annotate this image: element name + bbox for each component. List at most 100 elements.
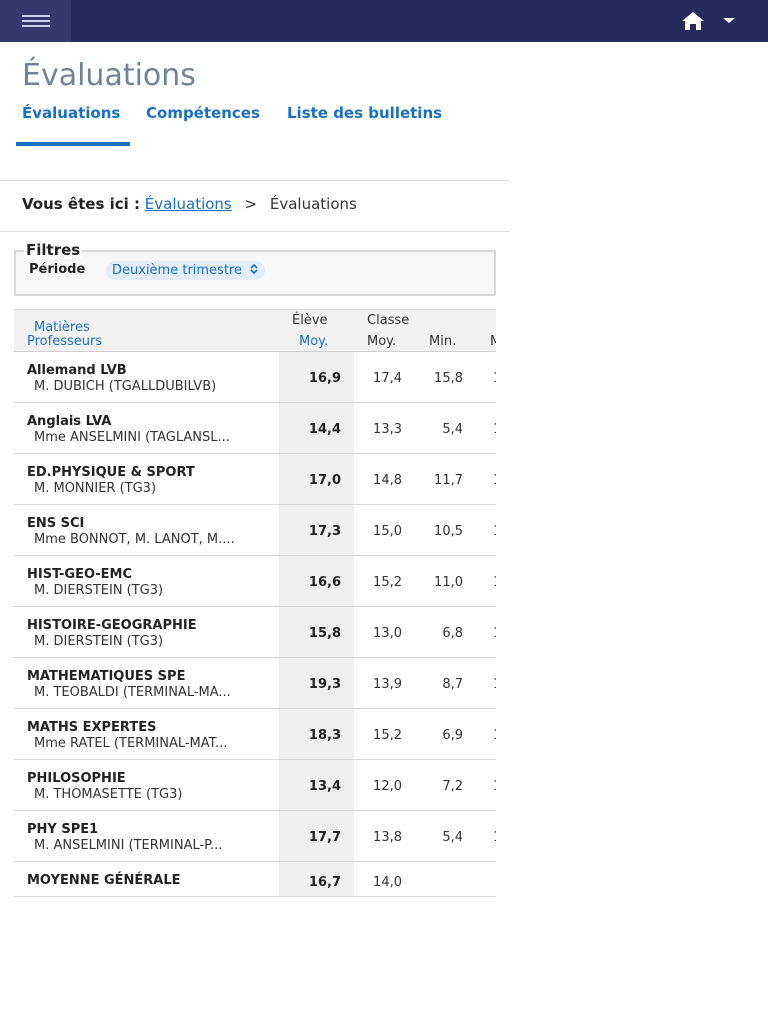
- teacher-name: M. THOMASETTE (TG3): [34, 787, 183, 802]
- breadcrumb-prefix: Vous êtes ici :: [22, 195, 140, 213]
- period-select-value: Deuxième trimestre: [112, 263, 242, 278]
- total-row: MOYENNE GÉNÉRALE 16,7 14,0: [14, 865, 496, 897]
- student-average: 13,4: [308, 779, 341, 794]
- header-eleve-moy[interactable]: Moy.: [299, 334, 328, 349]
- subject-name: ENS SCI: [27, 516, 85, 531]
- period-select[interactable]: Deuxième trimestre: [106, 261, 266, 280]
- header-eleve: Élève: [292, 313, 328, 328]
- header-classe-moy: Moy.: [367, 334, 397, 349]
- tab-liste-bulletins[interactable]: Liste des bulletins: [287, 104, 442, 122]
- table-row[interactable]: MATHEMATIQUES SPE M. TEOBALDI (TERMINAL-M…: [14, 658, 496, 709]
- page-title: Évaluations: [22, 58, 196, 93]
- student-average: 19,3: [308, 677, 341, 692]
- subject-name: HIST-GEO-EMC: [27, 567, 133, 582]
- class-max: 1: [493, 677, 496, 692]
- subject-name: Allemand LVB: [27, 363, 127, 378]
- subject-name: HISTOIRE-GEOGRAPHIE: [27, 618, 197, 633]
- class-max: 1: [493, 830, 496, 845]
- subject-name: Anglais LVA: [27, 414, 112, 429]
- table-row[interactable]: PHILOSOPHIE M. THOMASETTE (TG3) 13,4 12,0 7,…: [14, 760, 496, 811]
- teacher-name: M. TEOBALDI (TERMINAL-MA...: [34, 685, 231, 700]
- breadcrumb-current: Évaluations: [269, 195, 357, 213]
- class-min: 15,8: [434, 371, 463, 386]
- subject-name: PHILOSOPHIE: [27, 771, 126, 786]
- divider: [0, 180, 510, 181]
- table-row[interactable]: ENS SCI Mme BONNOT, M. LANOT, M.... 17,3 15…: [14, 505, 496, 556]
- top-bar: [0, 0, 768, 42]
- active-tab-indicator: [16, 142, 130, 146]
- class-average: 13,3: [373, 422, 402, 437]
- class-min: 7,2: [442, 779, 463, 794]
- class-min: 10,5: [434, 524, 463, 539]
- class-average: 15,0: [373, 524, 402, 539]
- class-min: 11,0: [434, 575, 463, 590]
- subject-name: ED.PHYSIQUE & SPORT: [27, 465, 195, 480]
- caret-down-icon[interactable]: [723, 18, 735, 23]
- student-average: 15,8: [308, 626, 341, 641]
- teacher-name: M. ANSELMINI (TERMINAL-P...: [34, 838, 223, 853]
- student-average: 17,3: [308, 524, 341, 539]
- teacher-name: Mme ANSELMINI (TAGLANSL...: [34, 430, 230, 445]
- header-teachers[interactable]: Professeurs: [27, 334, 102, 349]
- grades-table: Matières Professeurs Élève Moy. Classe M…: [14, 309, 496, 899]
- period-label: Période: [29, 262, 86, 277]
- subject-name: MATHS EXPERTES: [27, 720, 157, 735]
- subject-name: MATHEMATIQUES SPE: [27, 669, 186, 684]
- table-row[interactable]: Allemand LVB M. DUBICH (TGALLDUBILVB) 16,9…: [14, 352, 496, 403]
- class-average: 13,8: [373, 830, 402, 845]
- table-row[interactable]: MATHS EXPERTES Mme RATEL (TERMINAL-MAT...…: [14, 709, 496, 760]
- teacher-name: Mme BONNOT, M. LANOT, M....: [34, 532, 235, 547]
- table-row[interactable]: HISTOIRE-GEOGRAPHIE M. DIERSTEIN (TG3) 15,…: [14, 607, 496, 658]
- updown-chevron-icon: [250, 263, 258, 275]
- table-row[interactable]: Anglais LVA Mme ANSELMINI (TAGLANSL... 14,…: [14, 403, 496, 454]
- divider: [0, 231, 510, 232]
- student-average: 17,0: [308, 473, 341, 488]
- class-max: 1: [493, 524, 496, 539]
- header-classe: Classe: [367, 313, 410, 328]
- table-row[interactable]: PHY SPE1 M. ANSELMINI (TERMINAL-P... 17,7 1…: [14, 811, 496, 862]
- class-max: 1: [493, 728, 496, 743]
- student-average: 16,9: [308, 371, 341, 386]
- hamburger-icon[interactable]: [0, 0, 71, 42]
- class-average: 13,0: [373, 626, 402, 641]
- student-average: 18,3: [308, 728, 341, 743]
- class-average: 13,9: [373, 677, 402, 692]
- student-average: 16,6: [308, 575, 341, 590]
- class-min: 6,8: [442, 626, 463, 641]
- home-icon[interactable]: [680, 11, 706, 31]
- class-average: 15,2: [373, 728, 402, 743]
- class-min: 11,7: [434, 473, 463, 488]
- class-min: 8,7: [442, 677, 463, 692]
- class-max: 1: [493, 779, 496, 794]
- student-average: 17,7: [308, 830, 341, 845]
- class-min: 6,9: [442, 728, 463, 743]
- teacher-name: M. DIERSTEIN (TG3): [34, 634, 164, 649]
- total-class-average: 14,0: [373, 875, 402, 890]
- total-label: MOYENNE GÉNÉRALE: [27, 873, 181, 888]
- header-classe-min: Min.: [429, 334, 457, 349]
- class-min: 5,4: [442, 830, 463, 845]
- class-max: 1: [493, 626, 496, 641]
- tab-competences[interactable]: Compétences: [146, 104, 260, 122]
- teacher-name: M. MONNIER (TG3): [34, 481, 157, 496]
- teacher-name: Mme RATEL (TERMINAL-MAT...: [34, 736, 228, 751]
- header-subjects[interactable]: Matières: [34, 320, 90, 335]
- table-header: Matières Professeurs Élève Moy. Classe M…: [14, 309, 496, 352]
- breadcrumb-separator: >: [244, 195, 258, 213]
- header-classe-max: M: [490, 334, 496, 349]
- class-average: 14,8: [373, 473, 402, 488]
- breadcrumb-link-evaluations[interactable]: Évaluations: [145, 195, 232, 213]
- table-row[interactable]: ED.PHYSIQUE & SPORT M. MONNIER (TG3) 17,0 1…: [14, 454, 496, 505]
- table-row[interactable]: HIST-GEO-EMC M. DIERSTEIN (TG3) 16,6 15,2 11…: [14, 556, 496, 607]
- tab-evaluations[interactable]: Évaluations: [22, 104, 120, 122]
- class-max: 1: [493, 575, 496, 590]
- class-min: 5,4: [442, 422, 463, 437]
- class-average: 12,0: [373, 779, 402, 794]
- breadcrumb: Vous êtes ici : Évaluations > Évaluation…: [22, 195, 357, 213]
- filters-legend: Filtres: [24, 241, 83, 259]
- teacher-name: M. DUBICH (TGALLDUBILVB): [34, 379, 217, 394]
- tab-bar: Évaluations Compétences Liste des bullet…: [0, 104, 510, 148]
- class-max: 1: [493, 473, 496, 488]
- class-max: 1: [493, 422, 496, 437]
- teacher-name: M. DIERSTEIN (TG3): [34, 583, 164, 598]
